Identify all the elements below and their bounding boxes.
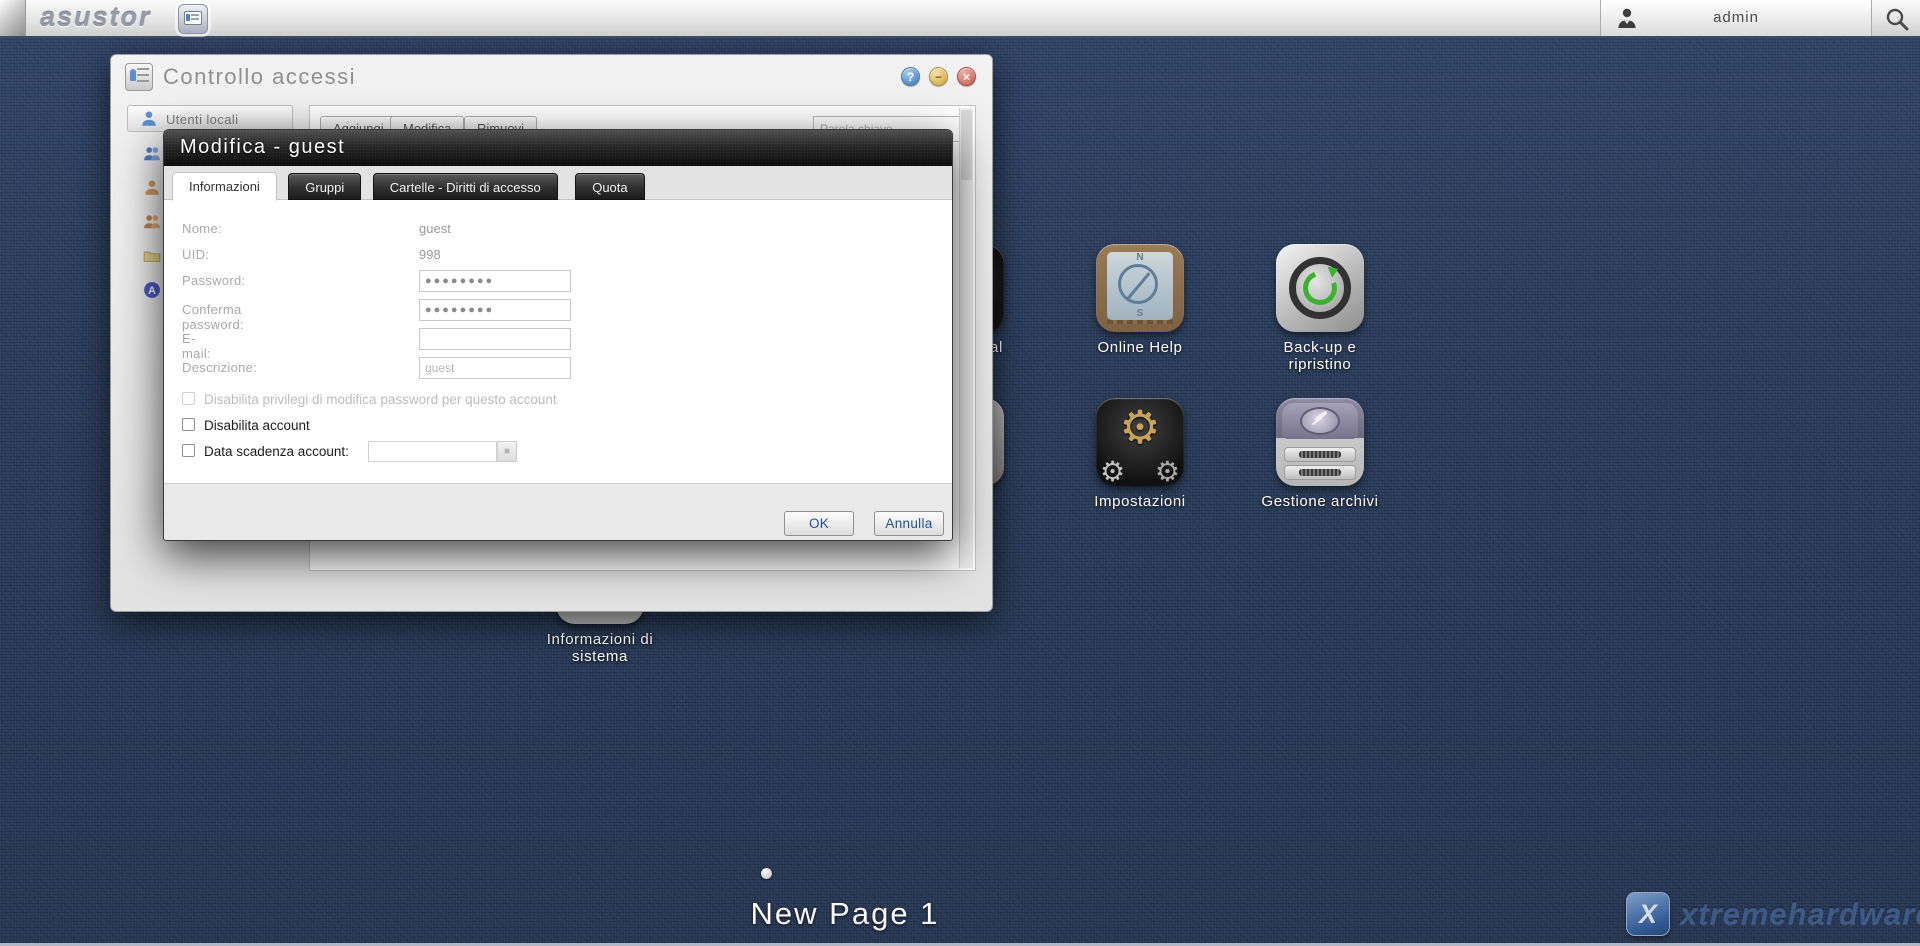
group-orange-icon xyxy=(143,213,161,231)
tab-quota[interactable]: Quota xyxy=(575,173,644,200)
name-value: guest xyxy=(419,221,451,236)
xtremehardware-logo-icon: X xyxy=(1626,892,1670,936)
confirm-password-label: Conferma password: xyxy=(182,302,244,332)
topbar-corner-tab[interactable] xyxy=(0,0,26,36)
account-expiry-checkbox[interactable] xyxy=(182,444,195,457)
desktop-icon-label: Online Help xyxy=(1070,339,1210,356)
cancel-button[interactable]: Annulla xyxy=(874,511,944,536)
confirm-password-field[interactable] xyxy=(419,299,571,321)
expiry-date-field[interactable] xyxy=(368,441,497,462)
description-label: Descrizione: xyxy=(182,360,257,375)
watermark-text: xtremehardware.it xyxy=(1680,896,1920,932)
email-label: E-mail: xyxy=(182,331,211,361)
password-label: Password: xyxy=(182,273,245,288)
edit-guest-dialog: Modifica - guest Informazioni Gruppi Car… xyxy=(163,129,953,541)
settings-gears-icon: ⚙⚙⚙ xyxy=(1096,398,1184,486)
password-field[interactable] xyxy=(419,270,571,292)
minimize-button[interactable]: − xyxy=(929,67,948,86)
desktop-icon-label: Back-up e ripristino xyxy=(1265,339,1375,373)
magnifier-icon[interactable] xyxy=(1884,6,1910,32)
window-titlebar[interactable]: Controllo accessi ? − × xyxy=(111,55,992,99)
help-button[interactable]: ? xyxy=(901,67,920,86)
user-orange-icon xyxy=(143,179,161,197)
tab-informazioni[interactable]: Informazioni xyxy=(172,172,277,201)
desktop-icon-online-help[interactable]: NS Online Help xyxy=(1070,244,1210,356)
folder-icon xyxy=(143,247,161,265)
dialog-title: Modifica - guest xyxy=(180,136,345,159)
description-field[interactable] xyxy=(419,357,571,379)
desktop-icon-backup-restore[interactable]: Back-up e ripristino xyxy=(1250,244,1390,373)
uid-value: 998 xyxy=(419,247,441,262)
page-indicator-dot[interactable] xyxy=(761,868,772,879)
uid-label: UID: xyxy=(182,247,209,262)
asustor-logo: asustor xyxy=(40,2,152,33)
name-label: Nome: xyxy=(182,221,222,236)
ok-button[interactable]: OK xyxy=(784,511,854,536)
dialog-titlebar[interactable]: Modifica - guest xyxy=(164,130,952,166)
vertical-scrollbar[interactable] xyxy=(959,108,973,568)
account-expiry-label: Data scadenza account: xyxy=(204,444,349,459)
user-name: admin xyxy=(1601,9,1871,26)
desktop-icon-label: Gestione archivi xyxy=(1250,493,1390,510)
tab-cartelle-diritti[interactable]: Cartelle - Diritti di accesso xyxy=(373,173,558,200)
desktop-page-label: New Page 1 xyxy=(690,896,1000,932)
user-menu[interactable]: admin xyxy=(1600,0,1872,36)
desktop-icon-label: Impostazioni xyxy=(1070,493,1210,510)
disable-account-checkbox[interactable] xyxy=(182,418,195,431)
dialog-body: Nome: guest UID: 998 Password: Conferma … xyxy=(164,200,952,484)
tab-gruppi[interactable]: Gruppi xyxy=(288,173,361,200)
disable-password-change-checkbox[interactable] xyxy=(182,392,195,405)
app-badge-icon: A xyxy=(143,281,161,299)
online-help-icon: NS xyxy=(1096,244,1184,332)
topbar: asustor admin xyxy=(0,0,1920,38)
dialog-footer: OK Annulla xyxy=(164,482,952,540)
group-blue-icon xyxy=(143,145,161,163)
dialog-tabstrip: Informazioni Gruppi Cartelle - Diritti d… xyxy=(164,166,952,200)
disable-account-label: Disabilita account xyxy=(204,418,310,433)
sidebar-item-label: Utenti locali xyxy=(166,112,238,127)
sidebar-item-local-users[interactable]: Utenti locali xyxy=(127,105,293,132)
disable-password-change-label: Disabilita privilegi di modifica passwor… xyxy=(204,392,557,407)
email-field[interactable] xyxy=(419,328,571,350)
calendar-picker-icon[interactable]: ■ xyxy=(497,441,517,462)
desktop-icon-settings[interactable]: ⚙⚙⚙ Impostazioni xyxy=(1070,398,1210,510)
desktop-icon-storage-manager[interactable]: Gestione archivi xyxy=(1250,398,1390,510)
desktop-background: App Central Informazioni di sistema NS O… xyxy=(0,0,1920,946)
close-button[interactable]: × xyxy=(957,67,976,86)
backup-restore-icon xyxy=(1276,244,1364,332)
access-control-window-icon xyxy=(125,63,153,91)
watermark: X xtremehardware.it xyxy=(1626,892,1920,936)
user-blue-icon xyxy=(140,110,158,128)
desktop-icon-label: Informazioni di sistema xyxy=(540,631,660,665)
storage-manager-icon xyxy=(1276,398,1364,486)
open-window-icon[interactable] xyxy=(178,4,208,34)
window-title: Controllo accessi xyxy=(163,64,356,90)
svg-text:A: A xyxy=(148,285,156,297)
